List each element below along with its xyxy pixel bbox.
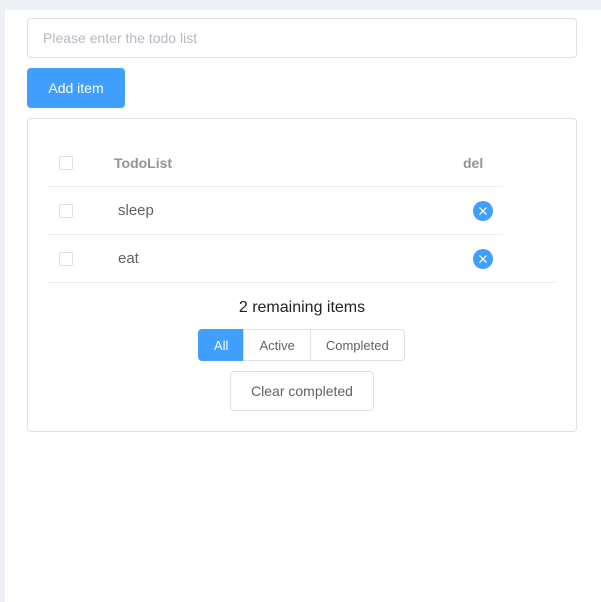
table-row: sleep bbox=[48, 187, 503, 235]
select-all-checkbox[interactable] bbox=[59, 156, 73, 170]
filter-active-button[interactable]: Active bbox=[243, 329, 311, 361]
item-checkbox[interactable] bbox=[59, 252, 73, 266]
app-frame: Add item TodoList del sleep eat bbox=[5, 10, 601, 602]
item-text: sleep bbox=[118, 202, 154, 219]
close-icon[interactable] bbox=[473, 249, 493, 269]
filter-all-button[interactable]: All bbox=[198, 329, 245, 361]
todo-input[interactable] bbox=[27, 18, 577, 58]
table-divider bbox=[48, 282, 556, 283]
todo-table: TodoList del sleep eat bbox=[48, 139, 503, 283]
table-row: eat bbox=[48, 235, 503, 283]
remaining-count: 2 remaining items bbox=[238, 299, 366, 316]
item-checkbox[interactable] bbox=[59, 204, 73, 218]
item-text: eat bbox=[118, 250, 139, 267]
filter-completed-button[interactable]: Completed bbox=[309, 329, 405, 361]
add-item-button[interactable]: Add item bbox=[27, 68, 125, 108]
filter-group: All Active Completed bbox=[198, 329, 405, 361]
table-header: TodoList del bbox=[48, 139, 503, 187]
header-todolist: TodoList bbox=[114, 155, 173, 171]
header-del: del bbox=[463, 155, 484, 171]
close-icon[interactable] bbox=[473, 201, 493, 221]
todo-card: TodoList del sleep eat 2 remaining items bbox=[27, 118, 577, 432]
clear-completed-button[interactable]: Clear completed bbox=[230, 371, 374, 411]
